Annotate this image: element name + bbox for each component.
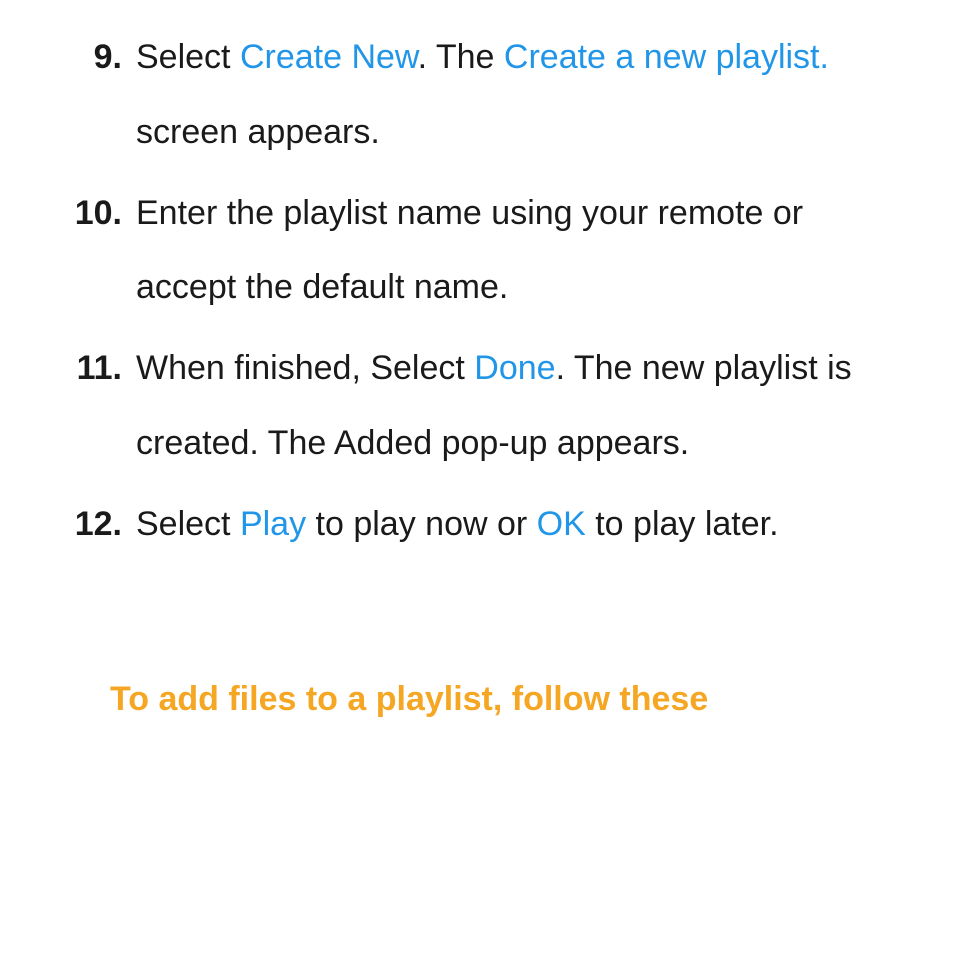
text-plain: Select [136, 505, 240, 543]
step-content: Select Play to play now or OK to play la… [136, 487, 894, 562]
text-highlight-done: Done [474, 349, 555, 387]
step-number: 11. [60, 331, 136, 481]
text-highlight-ok: OK [537, 505, 586, 543]
step-number: 12. [60, 487, 136, 562]
text-plain: to play now or [306, 505, 537, 543]
step-9: 9. Select Create New. The Create a new p… [60, 20, 894, 170]
section-heading: To add files to a playlist, follow these [60, 662, 894, 737]
step-content: Select Create New. The Create a new play… [136, 20, 894, 170]
text-highlight-play: Play [240, 505, 306, 543]
step-10: 10. Enter the playlist name using your r… [60, 176, 894, 326]
step-11: 11. When finished, Select Done. The new … [60, 331, 894, 481]
step-number: 9. [60, 20, 136, 170]
step-content: When finished, Select Done. The new play… [136, 331, 894, 481]
text-plain: to play later. [586, 505, 779, 543]
text-plain: Select [136, 38, 240, 76]
text-plain: . The [418, 38, 504, 76]
step-number: 10. [60, 176, 136, 326]
instruction-list: 9. Select Create New. The Create a new p… [60, 20, 894, 562]
text-highlight-create-new-playlist: Create a new playlist. [504, 38, 829, 76]
text-plain: screen appears. [136, 113, 380, 151]
text-plain: Enter the playlist name using your remot… [136, 194, 803, 307]
text-highlight-create-new: Create New [240, 38, 418, 76]
text-plain: When finished, Select [136, 349, 474, 387]
step-12: 12. Select Play to play now or OK to pla… [60, 487, 894, 562]
step-content: Enter the playlist name using your remot… [136, 176, 894, 326]
